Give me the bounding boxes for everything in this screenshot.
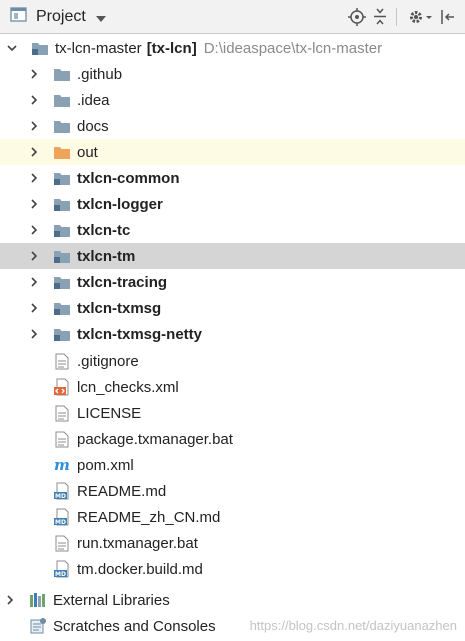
root-module-name: [tx-lcn] [146, 39, 197, 57]
chevron-right-icon[interactable] [27, 93, 41, 107]
tree-item-file[interactable]: MD tm.docker.build.md [0, 556, 465, 582]
chevron-right-icon[interactable] [3, 593, 17, 607]
tree-item-file[interactable]: run.txmanager.bat [0, 530, 465, 556]
scratches-label: Scratches and Consoles [53, 617, 216, 635]
xml-file-icon [53, 378, 71, 396]
tree-item-external-libraries[interactable]: External Libraries [0, 587, 465, 613]
file-label: tm.docker.build.md [77, 560, 203, 578]
tree-item-folder[interactable]: .github [0, 61, 465, 87]
chevron-right-icon[interactable] [27, 327, 41, 341]
module-folder-icon [53, 273, 71, 291]
text-file-icon [53, 534, 71, 552]
toolbar-divider [396, 8, 397, 26]
header-actions [342, 0, 457, 34]
folder-label: out [77, 143, 98, 161]
tree-item-folder[interactable]: .idea [0, 87, 465, 113]
tree-item-module-selected[interactable]: txlcn-tm [0, 243, 465, 269]
chevron-right-icon[interactable] [27, 67, 41, 81]
tree-item-module[interactable]: txlcn-logger [0, 191, 465, 217]
folder-icon [53, 91, 71, 109]
svg-text:MD: MD [55, 493, 66, 500]
gear-icon[interactable] [407, 5, 433, 29]
markdown-file-icon: MD [53, 482, 71, 500]
library-icon [29, 591, 47, 609]
tree-item-module[interactable]: txlcn-txmsg-netty [0, 321, 465, 347]
tree-item-file[interactable]: lcn_checks.xml [0, 374, 465, 400]
locate-file-icon[interactable] [348, 5, 366, 29]
module-folder-icon [53, 325, 71, 343]
module-label: txlcn-txmsg-netty [77, 325, 203, 343]
project-view-icon [10, 6, 28, 28]
svg-text:MD: MD [55, 519, 66, 526]
module-label: txlcn-logger [77, 195, 163, 213]
text-file-icon [53, 430, 71, 448]
module-folder-icon [53, 221, 71, 239]
file-label: lcn_checks.xml [77, 378, 179, 396]
file-label: run.txmanager.bat [77, 534, 198, 552]
chevron-right-icon[interactable] [27, 197, 41, 211]
file-label: README_zh_CN.md [77, 508, 221, 526]
chevron-right-icon[interactable] [27, 145, 41, 159]
tree-item-file[interactable]: MD README.md [0, 478, 465, 504]
module-label: txlcn-tracing [77, 273, 168, 291]
tree-item-module[interactable]: txlcn-tc [0, 217, 465, 243]
tree-item-file[interactable]: .gitignore [0, 348, 465, 374]
folder-icon [53, 117, 71, 135]
tree-root-node[interactable]: tx-lcn-master [tx-lcn] D:\ideaspace\tx-l… [0, 35, 465, 61]
markdown-file-icon: MD [53, 560, 71, 578]
chevron-right-icon[interactable] [27, 301, 41, 315]
markdown-file-icon: MD [53, 508, 71, 526]
text-file-icon [53, 352, 71, 370]
module-folder-icon [53, 169, 71, 187]
hide-panel-icon[interactable] [439, 5, 457, 29]
excluded-folder-icon [53, 143, 71, 161]
text-file-icon [53, 404, 71, 422]
module-label: txlcn-txmsg [77, 299, 162, 317]
file-label: .gitignore [77, 352, 139, 370]
chevron-right-icon[interactable] [27, 223, 41, 237]
tree-item-file[interactable]: LICENSE [0, 400, 465, 426]
tree-item-scratches[interactable]: Scratches and Consoles [0, 613, 465, 639]
collapse-all-icon[interactable] [372, 5, 388, 29]
tree-item-folder[interactable]: docs [0, 113, 465, 139]
chevron-right-icon[interactable] [27, 249, 41, 263]
folder-label: .github [77, 65, 123, 83]
svg-text:MD: MD [55, 571, 66, 578]
file-label: README.md [77, 482, 167, 500]
chevron-right-icon[interactable] [27, 171, 41, 185]
module-folder-icon [53, 195, 71, 213]
tree-item-file[interactable]: m pom.xml [0, 452, 465, 478]
module-label: txlcn-tc [77, 221, 131, 239]
project-view-selector[interactable]: Project [10, 0, 106, 34]
module-folder-icon [53, 299, 71, 317]
folder-icon [53, 65, 71, 83]
folder-label: docs [77, 117, 109, 135]
folder-label: .idea [77, 91, 110, 109]
chevron-right-icon[interactable] [27, 275, 41, 289]
tree-item-file[interactable]: MD README_zh_CN.md [0, 504, 465, 530]
module-label: txlcn-tm [77, 247, 136, 265]
file-label: LICENSE [77, 404, 142, 422]
project-tool-window-header: Project [0, 0, 465, 34]
file-label: pom.xml [77, 456, 134, 474]
scratches-icon [29, 617, 47, 635]
module-label: txlcn-common [77, 169, 180, 187]
root-project-name: tx-lcn-master [55, 39, 142, 57]
file-label: package.txmanager.bat [77, 430, 233, 448]
external-libraries-label: External Libraries [53, 591, 170, 609]
root-path: D:\ideaspace\tx-lcn-master [203, 39, 383, 57]
project-view-title: Project [36, 8, 86, 25]
chevron-down-icon[interactable] [95, 9, 106, 27]
tree-item-excluded-folder[interactable]: out [0, 139, 465, 165]
module-folder-icon [53, 247, 71, 265]
chevron-right-icon[interactable] [27, 119, 41, 133]
tree-item-file[interactable]: package.txmanager.bat [0, 426, 465, 452]
tree-item-module[interactable]: txlcn-common [0, 165, 465, 191]
tree-item-module[interactable]: txlcn-tracing [0, 269, 465, 295]
tree-item-module[interactable]: txlcn-txmsg [0, 295, 465, 321]
maven-icon: m [53, 456, 71, 474]
module-folder-icon [31, 39, 49, 57]
svg-text:m: m [54, 457, 70, 473]
chevron-down-icon[interactable] [5, 41, 19, 55]
